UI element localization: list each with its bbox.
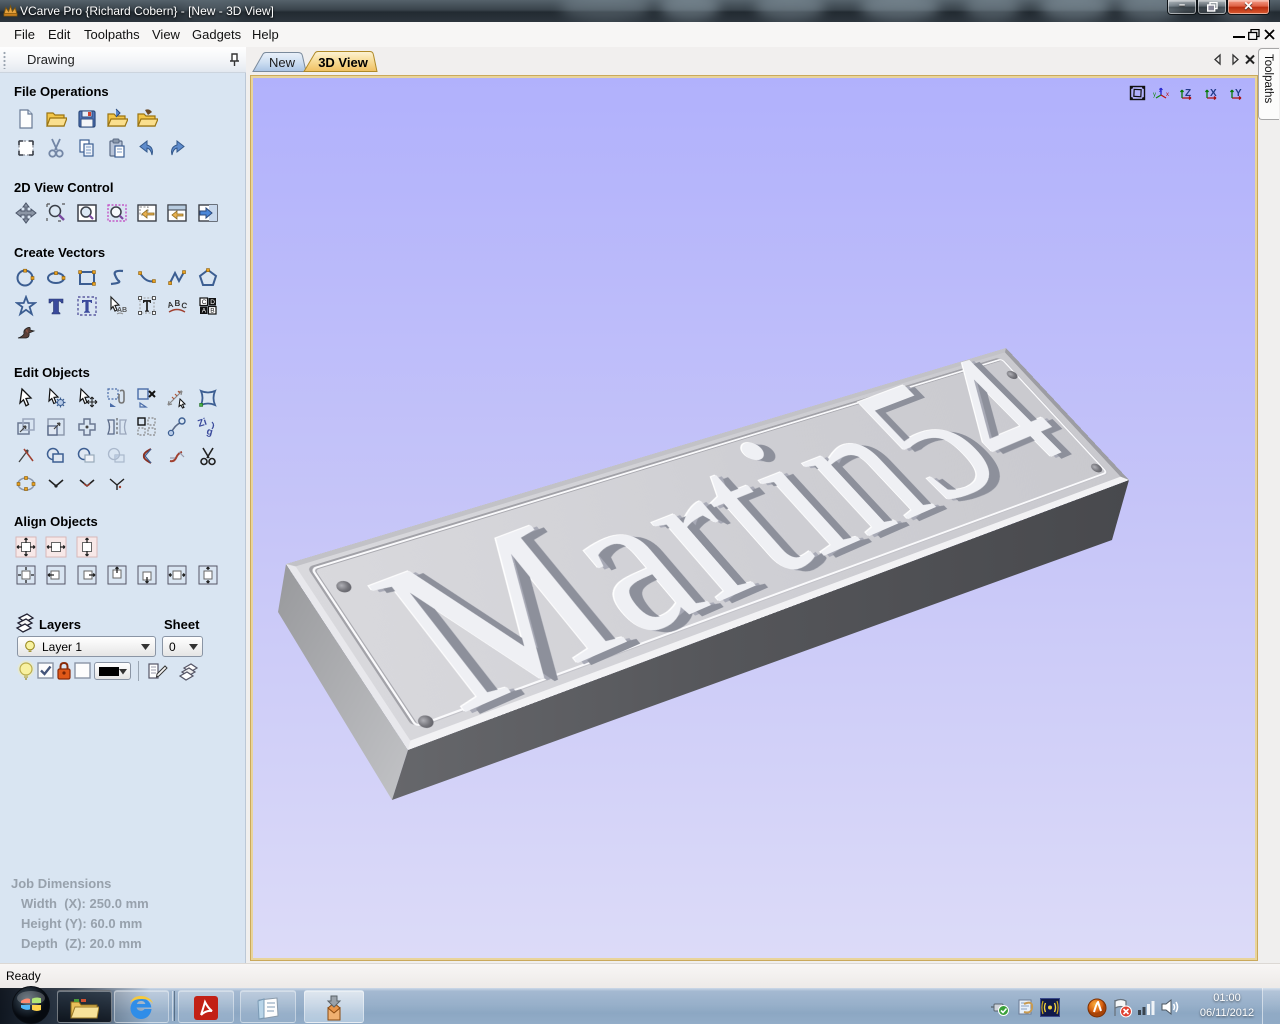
svg-text:New: New: [269, 55, 296, 70]
svg-text:C: C: [202, 299, 207, 306]
svg-text:x: x: [1166, 92, 1169, 98]
svg-text:B: B: [175, 299, 181, 308]
svg-text:Z: Z: [1185, 88, 1191, 99]
svg-text:z: z: [1159, 88, 1162, 94]
svg-text:A: A: [202, 308, 207, 315]
svg-text:B: B: [210, 308, 214, 315]
svg-text:y: y: [1153, 92, 1156, 98]
svg-text:A: A: [167, 300, 175, 310]
svg-text:3D View: 3D View: [318, 55, 369, 70]
svg-text:X: X: [1210, 88, 1217, 99]
svg-text:C: C: [180, 301, 188, 311]
svg-text:Y: Y: [1235, 88, 1242, 99]
svg-text:D: D: [210, 299, 215, 306]
